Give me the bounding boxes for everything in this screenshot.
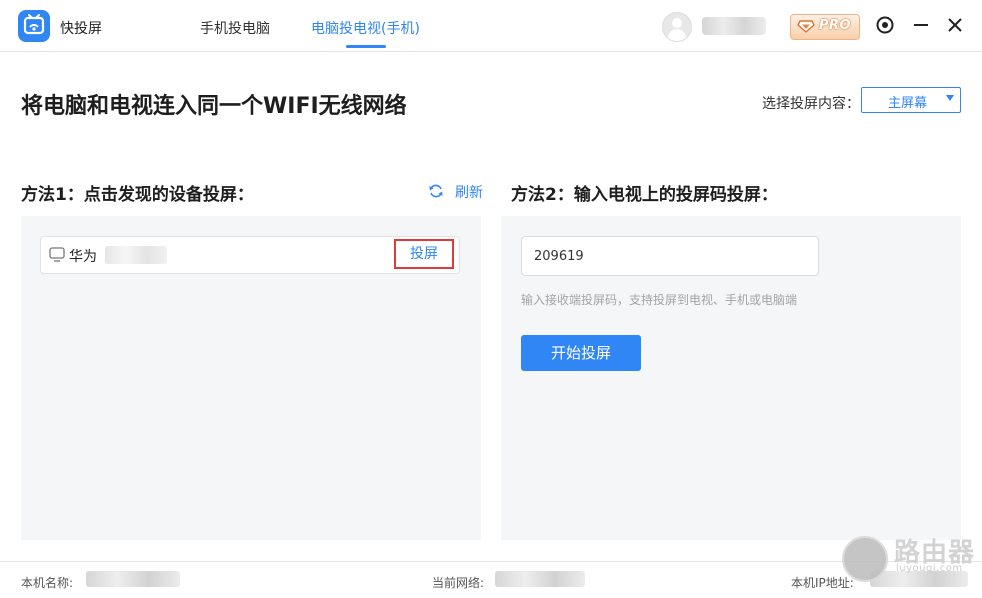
status-footer: 本机名称: 当前网络: 本机IP地址: <box>0 561 982 598</box>
cast-code-input[interactable]: 209619 <box>521 236 819 276</box>
diamond-icon <box>797 20 815 33</box>
user-avatar[interactable] <box>662 12 692 42</box>
pro-badge[interactable]: PRO <box>790 14 860 40</box>
close-button[interactable] <box>943 13 967 37</box>
cast-content-value: 主屏幕 <box>888 96 928 111</box>
device-name-redacted <box>105 246 167 264</box>
cast-content-select[interactable]: 主屏幕 <box>861 87 961 113</box>
start-cast-button[interactable]: 开始投屏 <box>521 335 641 371</box>
app-logo-icon <box>18 10 50 42</box>
method1-title: 方法1：点击发现的设备投屏： <box>21 185 254 205</box>
device-name-value-redacted <box>86 571 180 587</box>
chevron-down-icon <box>946 95 954 101</box>
watermark: 路由器 luyouqi.com <box>842 530 977 582</box>
refresh-icon <box>429 184 443 198</box>
cast-content-label: 选择投屏内容： <box>762 96 860 112</box>
device-name-label: 本机名称: <box>21 576 74 590</box>
watermark-subtitle: luyouqi.com <box>896 563 963 574</box>
active-tab-indicator <box>346 45 386 48</box>
network-value-redacted <box>495 571 585 587</box>
minimize-icon <box>914 24 928 26</box>
minimize-button[interactable] <box>909 13 933 37</box>
method2-title: 方法2：输入电视上的投屏码投屏： <box>511 185 778 205</box>
gear-icon <box>876 16 894 34</box>
page-title: 将电脑和电视连入同一个WIFI无线网络 <box>21 94 407 119</box>
tab-pc-to-tv[interactable]: 电脑投电视(手机) <box>311 18 420 38</box>
tv-icon <box>49 247 65 262</box>
network-label: 当前网络: <box>432 576 485 590</box>
cast-code-hint: 输入接收端投屏码，支持投屏到电视、手机或电脑端 <box>521 293 798 307</box>
tab-phone-to-pc[interactable]: 手机投电脑 <box>200 18 270 38</box>
device-name: 华为 <box>69 249 97 265</box>
watermark-logo-icon <box>842 536 888 582</box>
pro-label: PRO <box>819 18 852 33</box>
app-name: 快投屏 <box>60 21 102 37</box>
cast-button[interactable]: 投屏 <box>394 239 454 269</box>
username-redacted <box>702 17 766 35</box>
settings-button[interactable] <box>873 13 897 37</box>
refresh-label: 刷新 <box>455 185 483 201</box>
close-icon <box>948 18 962 32</box>
title-bar: 快投屏 手机投电脑 电脑投电视(手机) PRO <box>0 0 982 52</box>
